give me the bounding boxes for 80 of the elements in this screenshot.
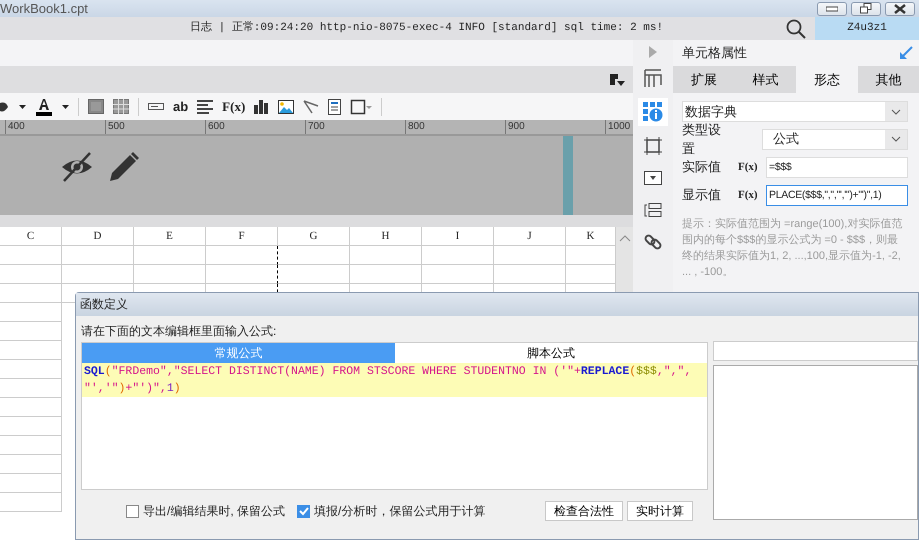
field-label: 类型设置: [682, 120, 722, 158]
line-icon[interactable]: [303, 100, 320, 114]
formula-button[interactable]: F(x): [738, 158, 760, 176]
dialog-button[interactable]: 实时计算: [627, 501, 693, 521]
checkbox[interactable]: [297, 504, 310, 518]
user-name[interactable]: Z4u3z1: [815, 17, 919, 40]
prompt-text: 请在下面的文本编辑框里面输入公式:: [81, 323, 278, 340]
field-label: 实际值: [682, 158, 722, 176]
column-header[interactable]: H: [350, 227, 422, 246]
search-field[interactable]: [713, 341, 918, 361]
expand-arrow-icon[interactable]: [649, 46, 657, 58]
panel-tab[interactable]: 扩展: [673, 66, 734, 93]
split-cells-icon[interactable]: [113, 99, 129, 114]
ruler-label: 700: [305, 120, 405, 134]
dialog-title: 函数定义: [76, 293, 918, 316]
pencil-icon[interactable]: [109, 152, 139, 182]
column-header[interactable]: I: [422, 227, 494, 246]
panel-tab[interactable]: 形态: [796, 66, 858, 93]
text-field-icon[interactable]: [148, 102, 164, 110]
text-tool[interactable]: ab: [173, 96, 188, 116]
column-header[interactable]: C: [0, 227, 62, 246]
log-message: 日志 | 正常:09:24:20 http-nio-8075-exec-4 INFO [standard] sql time: 2 ms!: [190, 20, 664, 36]
search-icon[interactable]: [785, 18, 807, 40]
value-field[interactable]: =$$$: [766, 156, 908, 178]
ruler-label: 900: [505, 120, 605, 134]
border-icon[interactable]: [350, 98, 372, 114]
minimize-button[interactable]: [817, 2, 847, 16]
cell-expand-icon[interactable]: [644, 69, 662, 87]
dropdown-icon[interactable]: [609, 72, 625, 86]
minimize-icon: [826, 6, 838, 12]
bar-chart-icon[interactable]: [254, 100, 270, 114]
panel-tab[interactable]: 其他: [858, 66, 919, 93]
ruler-label: 400: [5, 120, 105, 134]
checkbox-label: 填报/分析时，保留公式用于计算: [314, 503, 486, 520]
caret-icon[interactable]: [62, 104, 69, 108]
formula-editor[interactable]: SQL("FRDemo","SELECT DISTINCT(NAME) FROM STSCORE WHERE STUDENTNO IN ('"+REPLACE($$$,",", "','")+"')",1): [82, 363, 707, 489]
caret-icon[interactable]: [19, 104, 26, 108]
cell-info-icon[interactable]: [643, 102, 663, 122]
panel-title: 单元格属性: [682, 44, 747, 62]
checkbox-label: 导出/编辑结果时, 保留公式: [143, 503, 286, 520]
link-icon[interactable]: [644, 233, 662, 251]
chevron-down-icon[interactable]: [891, 108, 901, 114]
column-header[interactable]: J: [494, 227, 566, 246]
restore-button[interactable]: [851, 2, 881, 16]
column-header[interactable]: E: [134, 227, 206, 246]
column-header[interactable]: D: [62, 227, 134, 246]
table-cell[interactable]: [206, 265, 278, 284]
formula-tool[interactable]: F(x): [222, 96, 246, 116]
close-button[interactable]: [885, 2, 915, 16]
document-icon[interactable]: [328, 98, 342, 114]
hint-text: 提示：实际值范围为 =range(100),对实际值范围内的每个$$$的显示公式为 =0 - $$$，则最终的结果实际值为1, 2, ...,100,显示值为-1, -2, ... , -100。: [682, 216, 904, 280]
field-label: 显示值: [682, 186, 722, 204]
formula-button[interactable]: F(x): [738, 186, 760, 204]
panel-tab[interactable]: 样式: [734, 66, 796, 93]
eye-slash-icon[interactable]: [61, 152, 93, 182]
collapse-arrow-icon[interactable]: [899, 46, 913, 60]
value-field[interactable]: PLACE($$$,",","','")+"')",1): [766, 184, 908, 206]
restore-icon: [860, 3, 872, 14]
column-marker[interactable]: [563, 136, 573, 215]
close-icon: [894, 4, 906, 14]
font-color-icon[interactable]: [35, 98, 53, 116]
chevron-down-icon[interactable]: [891, 136, 901, 142]
column-header[interactable]: F: [206, 227, 278, 246]
square-icon[interactable]: [644, 137, 662, 155]
merge-cells-icon[interactable]: [88, 99, 104, 114]
ruler-label: 600: [205, 120, 305, 134]
table-cell[interactable]: [206, 246, 278, 265]
ruler-label: 800: [405, 120, 505, 134]
checkbox[interactable]: [126, 504, 139, 518]
type-select[interactable]: 公式: [762, 128, 908, 150]
ruler-label: 500: [105, 120, 205, 134]
dialog-button[interactable]: 检查合法性: [545, 501, 623, 521]
align-icon[interactable]: [197, 100, 214, 114]
image-icon[interactable]: [278, 100, 294, 114]
function-list[interactable]: [713, 365, 918, 520]
list-icon[interactable]: [644, 203, 662, 217]
dropdown-box-icon[interactable]: [644, 171, 662, 185]
form-type-select[interactable]: 数据字典: [682, 101, 908, 122]
window-title: WorkBook1.cpt: [0, 0, 88, 18]
column-header[interactable]: G: [278, 227, 350, 246]
